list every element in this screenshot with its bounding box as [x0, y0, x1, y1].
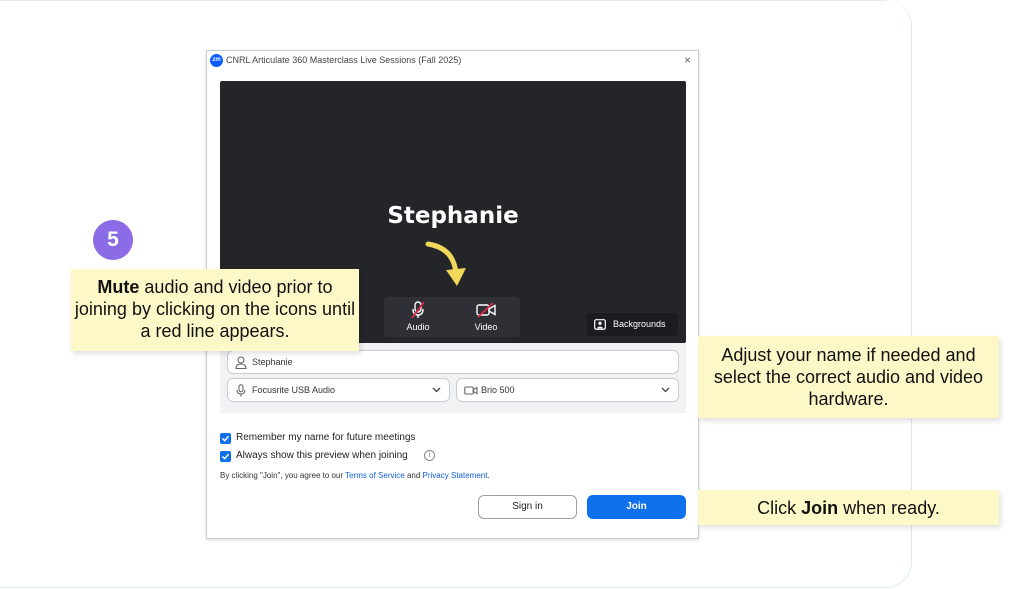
terms-and: and: [404, 471, 423, 480]
audio-label: Audio: [406, 322, 430, 332]
join-instruction-post: when ready.: [838, 498, 940, 518]
mute-keyword: Mute: [97, 277, 140, 297]
name-input[interactable]: Stephanie: [227, 350, 679, 374]
sign-in-button[interactable]: Sign in: [478, 495, 577, 519]
media-controls: Audio Video: [384, 297, 520, 337]
join-instruction-note: Click Join when ready.: [698, 490, 999, 525]
video-device-value: Brio 500: [481, 385, 515, 395]
person-icon: [235, 356, 247, 369]
remember-name-checkbox[interactable]: [220, 433, 231, 444]
terms-of-service-link[interactable]: Terms of Service: [345, 471, 405, 480]
window-title: CNRL Articulate 360 Masterclass Live Ses…: [226, 55, 462, 65]
checkmark-icon: [221, 435, 230, 442]
device-settings: Stephanie Focusrite USB Audio Brio 500: [220, 343, 686, 413]
pointer-arrow: [425, 241, 466, 286]
microphone-muted-icon: [411, 301, 425, 319]
camera-muted-icon: [476, 302, 496, 318]
audio-device-value: Focusrite USB Audio: [252, 385, 336, 395]
chevron-down-icon: [432, 387, 441, 393]
privacy-statement-link[interactable]: Privacy Statement: [423, 471, 488, 480]
chevron-down-icon: [661, 387, 670, 393]
microphone-icon: [236, 384, 246, 397]
step-number-badge: 5: [93, 220, 133, 260]
show-preview-option[interactable]: Always show this preview when joining i: [220, 450, 450, 464]
terms-prefix: By clicking "Join", you agree to our: [220, 471, 346, 480]
name-value: Stephanie: [252, 357, 293, 367]
join-keyword: Join: [801, 498, 839, 518]
video-toggle-button[interactable]: Video: [461, 301, 511, 335]
video-label: Video: [474, 322, 498, 332]
hardware-instruction-note: Adjust your name if needed and select th…: [698, 336, 999, 418]
participant-name: Stephanie: [387, 203, 519, 229]
terms-notice: By clicking "Join", you agree to our Ter…: [220, 471, 490, 480]
backgrounds-icon: [594, 319, 606, 330]
audio-device-select[interactable]: Focusrite USB Audio: [227, 378, 450, 402]
camera-icon: [464, 386, 478, 395]
join-instruction-pre: Click: [757, 498, 802, 518]
audio-toggle-button[interactable]: Audio: [393, 301, 443, 335]
show-preview-checkbox[interactable]: [220, 451, 231, 462]
close-icon[interactable]: ×: [684, 53, 691, 67]
zoom-logo-icon: zm: [210, 54, 223, 67]
remember-name-label: Remember my name for future meetings: [236, 432, 416, 443]
checkmark-icon: [221, 453, 230, 460]
backgrounds-button[interactable]: Backgrounds: [587, 313, 678, 336]
terms-suffix: .: [487, 471, 490, 480]
show-preview-label: Always show this preview when joining: [236, 450, 408, 461]
card-top-border: [0, 0, 886, 1]
title-bar: zm CNRL Articulate 360 Masterclass Live …: [207, 51, 698, 71]
info-icon[interactable]: i: [424, 450, 435, 461]
backgrounds-label: Backgrounds: [613, 319, 666, 329]
mute-instruction-note: Mute audio and video prior to joining by…: [71, 269, 359, 351]
join-button[interactable]: Join: [587, 495, 686, 519]
video-device-select[interactable]: Brio 500: [456, 378, 679, 402]
